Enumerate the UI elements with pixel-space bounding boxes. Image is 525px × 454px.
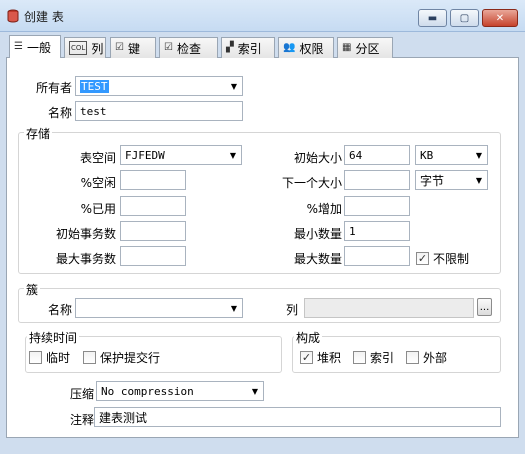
maxtrans-label: 最大事务数 <box>55 252 116 266</box>
close-button[interactable]: ✕ <box>482 9 518 27</box>
next-unit-value: 字节 <box>420 173 445 188</box>
tab-columns[interactable]: COL 列 <box>64 37 106 58</box>
owner-value: TEST <box>80 79 109 93</box>
owner-label: 所有者 <box>35 81 72 95</box>
pctincrease-label: %增加 <box>306 202 342 216</box>
column-icon: COL <box>69 41 88 55</box>
general-icon: ☰ <box>14 41 23 52</box>
storage-title: 存储 <box>24 125 53 142</box>
maxextents-input[interactable] <box>344 246 410 266</box>
initrans-label: 初始事务数 <box>55 227 116 241</box>
comment-label: 注释 <box>69 413 94 427</box>
tablespace-select[interactable]: FJFEDW ▼ <box>120 145 242 165</box>
index-icon: ▞ <box>226 42 234 53</box>
name-label: 名称 <box>47 106 72 120</box>
cluster-columns-label: 列 <box>285 303 298 317</box>
partition-icon: ▦ <box>342 42 352 53</box>
tab-general[interactable]: ☰ 一般 <box>9 35 61 58</box>
close-icon: ✕ <box>495 12 505 24</box>
pctfree-label: %空闲 <box>80 176 116 190</box>
tab-keys[interactable]: ☑ 键 <box>110 37 156 58</box>
initial-unit-select[interactable]: KB ▼ <box>415 145 488 165</box>
checkbox-unchecked-icon <box>29 351 42 364</box>
checkbox-unchecked-icon <box>406 351 419 364</box>
tablespace-value: FJFEDW <box>125 148 165 162</box>
tablespace-label: 表空间 <box>79 151 116 165</box>
privilege-icon: 👥 <box>283 42 296 53</box>
cluster-name-select[interactable]: ▼ <box>75 298 243 318</box>
preserve-rows-checkbox[interactable]: 保护提交行 <box>83 349 160 366</box>
key-icon: ☑ <box>115 42 124 53</box>
maxtrans-input[interactable] <box>120 246 186 266</box>
pctused-input[interactable] <box>120 196 186 216</box>
cluster-name-label: 名称 <box>47 303 72 317</box>
next-size-label: 下一个大小 <box>281 176 342 190</box>
pctincrease-input[interactable] <box>344 196 410 216</box>
chevron-down-icon: ▼ <box>475 150 483 160</box>
external-checkbox[interactable]: 外部 <box>406 349 447 366</box>
index-organized-checkbox[interactable]: 索引 <box>353 349 394 366</box>
initial-size-input[interactable]: 64 <box>344 145 410 165</box>
chevron-down-icon: ▼ <box>229 150 237 160</box>
temporary-checkbox[interactable]: 临时 <box>29 349 70 366</box>
duration-title: 持续时间 <box>27 329 80 346</box>
check-icon: ☑ <box>164 42 173 53</box>
cluster-browse-button[interactable]: ... <box>477 298 492 316</box>
cluster-title: 簇 <box>24 281 41 298</box>
checkbox-unchecked-icon <box>353 351 366 364</box>
tab-privileges[interactable]: 👥 权限 <box>278 37 334 58</box>
unlimited-checkbox[interactable]: ✓ 不限制 <box>416 250 469 267</box>
next-size-input[interactable] <box>344 170 410 190</box>
window-title: 创建 表 <box>24 10 64 24</box>
organization-title: 构成 <box>294 329 323 346</box>
checkbox-checked-icon: ✓ <box>416 252 429 265</box>
table-icon <box>7 9 19 23</box>
maximize-icon: ▢ <box>459 12 470 24</box>
comment-input[interactable]: 建表测试 <box>94 407 501 427</box>
name-input[interactable]: test <box>75 101 243 121</box>
chevron-down-icon: ▼ <box>475 175 483 185</box>
chevron-down-icon: ▼ <box>230 303 238 313</box>
initrans-input[interactable] <box>120 221 186 241</box>
compression-select[interactable]: No compression ▼ <box>96 381 264 401</box>
minextents-label: 最小数量 <box>293 227 342 241</box>
heap-checkbox[interactable]: ✓ 堆积 <box>300 349 341 366</box>
tab-checks[interactable]: ☑ 检查 <box>159 37 218 58</box>
minimize-button[interactable]: ▬ <box>418 9 447 27</box>
compression-label: 压缩 <box>69 387 94 401</box>
pctfree-input[interactable] <box>120 170 186 190</box>
maximize-button[interactable]: ▢ <box>450 9 479 27</box>
tab-partitions[interactable]: ▦ 分区 <box>337 37 393 58</box>
initial-size-label: 初始大小 <box>293 151 342 165</box>
chevron-down-icon: ▼ <box>251 386 259 396</box>
initial-unit-value: KB <box>420 148 434 162</box>
pctused-label: %已用 <box>80 202 116 216</box>
checkbox-unchecked-icon <box>83 351 96 364</box>
owner-select[interactable]: TEST ▼ <box>75 76 243 96</box>
maxextents-label: 最大数量 <box>293 252 342 266</box>
tab-indexes[interactable]: ▞ 索引 <box>221 37 275 58</box>
chevron-down-icon: ▼ <box>230 81 238 91</box>
minextents-input[interactable]: 1 <box>344 221 410 241</box>
cluster-columns-input[interactable] <box>304 298 474 318</box>
checkbox-checked-icon: ✓ <box>300 351 313 364</box>
next-unit-select[interactable]: 字节 ▼ <box>415 170 488 190</box>
compression-value: No compression <box>101 384 194 398</box>
minimize-icon: ▬ <box>427 12 438 24</box>
